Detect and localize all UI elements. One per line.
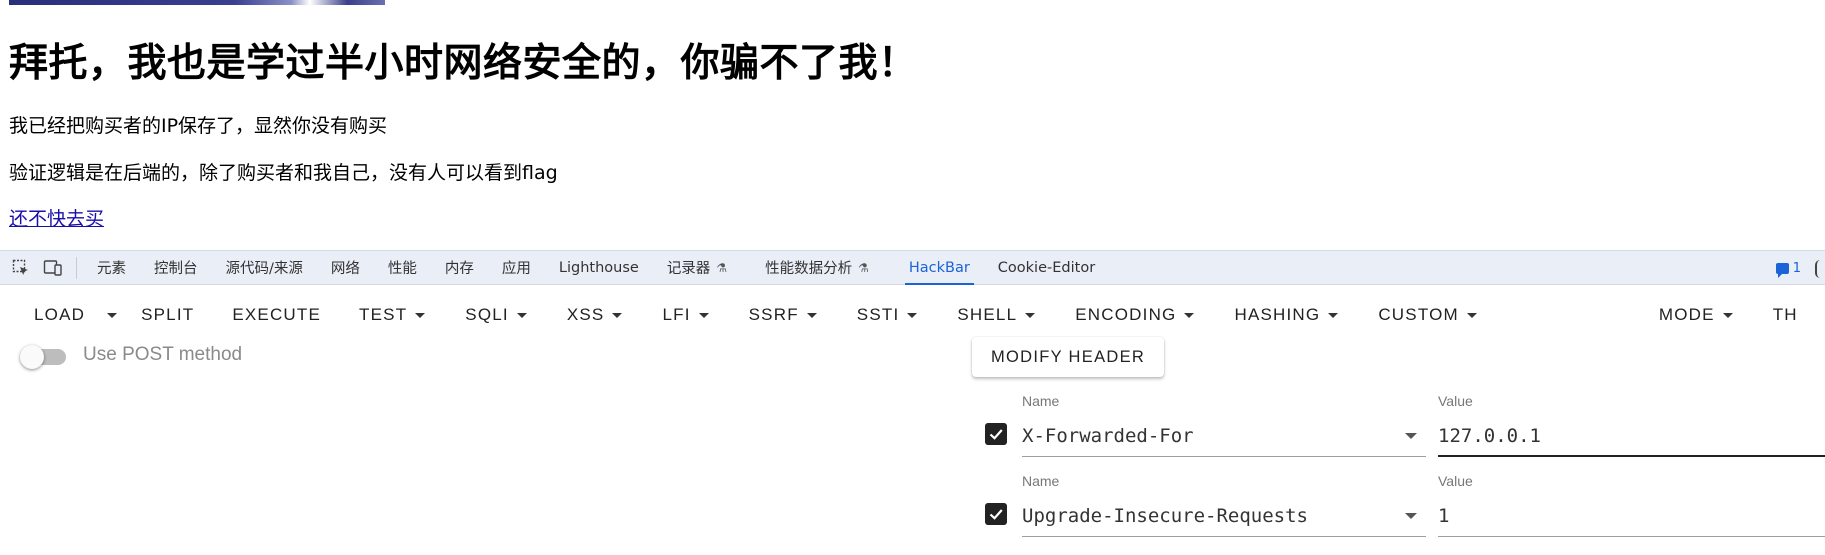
menu-shell[interactable]: SHELL: [943, 295, 1049, 335]
menu-mode-label: MODE: [1658, 305, 1715, 324]
menu-encoding[interactable]: ENCODING: [1061, 295, 1208, 335]
devtools-tab-bar: 元素 控制台 源代码/来源 网络 性能 内存 应用 Lighthouse 记录器…: [0, 250, 1825, 285]
execute-button[interactable]: EXECUTE: [218, 295, 335, 335]
menu-shell-label: SHELL: [957, 305, 1018, 324]
split-button[interactable]: SPLIT: [127, 295, 208, 335]
menu-hashing[interactable]: HASHING: [1220, 295, 1352, 335]
check-icon: [989, 429, 1003, 440]
load-dropdown-button[interactable]: [97, 295, 127, 335]
toggle-thumb: [20, 345, 44, 369]
chevron-down-icon: [698, 312, 709, 318]
header-name-input[interactable]: X-Forwarded-For: [1022, 425, 1194, 447]
header-name-input[interactable]: Upgrade-Insecure-Requests: [1022, 505, 1308, 527]
chevron-down-icon: [612, 312, 623, 318]
chevron-down-icon: [806, 312, 817, 318]
chevron-down-icon: [1184, 312, 1195, 318]
flask-icon: ⚗: [716, 260, 728, 275]
header-name-label: Name: [1022, 393, 1060, 409]
header-value-underline: [1438, 536, 1825, 537]
tab-application[interactable]: 应用: [488, 250, 545, 285]
tab-recorder[interactable]: 记录器 ⚗: [653, 250, 741, 285]
page-title: 拜托，我也是学过半小时网络安全的，你骗不了我！: [9, 41, 918, 86]
menu-custom[interactable]: CUSTOM: [1364, 295, 1491, 335]
load-button[interactable]: LOAD: [20, 295, 97, 335]
gear-icon[interactable]: [1815, 259, 1825, 278]
header-value-input[interactable]: 127.0.0.1: [1438, 425, 1541, 447]
buy-link[interactable]: 还不快去买: [9, 204, 104, 231]
header-name-underline: [1022, 536, 1426, 537]
menu-theme[interactable]: TH: [1759, 295, 1812, 335]
page-paragraph-backend: 验证逻辑是在后端的，除了购买者和我自己，没有人可以看到flag: [9, 162, 558, 184]
header-enabled-checkbox[interactable]: [985, 423, 1007, 445]
header-name-underline: [1022, 456, 1426, 457]
flask-icon: ⚗: [858, 260, 869, 275]
chevron-down-icon: [1722, 312, 1733, 318]
menu-encoding-label: ENCODING: [1075, 305, 1177, 324]
devtools-right-controls: 1: [1775, 251, 1825, 286]
menu-mode[interactable]: MODE: [1645, 295, 1747, 335]
post-method-label: Use POST method: [83, 344, 243, 365]
tab-cookie-editor[interactable]: Cookie-Editor: [984, 250, 1109, 285]
header-row: Name X-Forwarded-For Value 127.0.0.1: [0, 393, 1825, 463]
tab-memory[interactable]: 内存: [431, 250, 488, 285]
menu-ssti[interactable]: SSTI: [843, 295, 932, 335]
banner-image: [9, 0, 385, 5]
tab-console[interactable]: 控制台: [140, 250, 212, 285]
page-content: 拜托，我也是学过半小时网络安全的，你骗不了我！ 我已经把购买者的IP保存了，显然…: [0, 0, 1825, 250]
message-count-badge[interactable]: 1: [1775, 261, 1801, 278]
header-name-label: Name: [1022, 473, 1060, 489]
menu-hashing-label: HASHING: [1234, 305, 1321, 324]
tab-recorder-label: 记录器: [666, 261, 711, 277]
hackbar-toolbar: LOAD SPLIT EXECUTE TEST SQLI XSS LFI SSR…: [0, 286, 1825, 344]
menu-custom-label: CUSTOM: [1378, 305, 1459, 324]
chevron-down-icon: [516, 312, 527, 318]
menu-test-label: TEST: [359, 305, 408, 324]
device-toolbar-icon[interactable]: [42, 257, 64, 279]
chevron-down-icon: [1466, 312, 1477, 318]
tab-hackbar[interactable]: HackBar: [895, 250, 984, 285]
header-enabled-checkbox[interactable]: [985, 503, 1007, 525]
chevron-down-icon: [107, 312, 118, 318]
header-value-label: Value: [1438, 473, 1473, 489]
tab-elements[interactable]: 元素: [83, 250, 140, 285]
chevron-down-icon: [1328, 312, 1339, 318]
tab-performance-insights[interactable]: 性能数据分析 ⚗: [751, 250, 883, 285]
header-value-underline: [1438, 455, 1825, 457]
menu-xss[interactable]: XSS: [553, 295, 637, 335]
menu-lfi[interactable]: LFI: [648, 295, 722, 335]
modify-header-button[interactable]: MODIFY HEADER: [972, 337, 1165, 377]
menu-test[interactable]: TEST: [345, 295, 439, 335]
menu-ssrf-label: SSRF: [748, 305, 799, 324]
header-value-label: Value: [1438, 393, 1473, 409]
menu-sqli-label: SQLI: [465, 305, 509, 324]
menu-lfi-label: LFI: [662, 305, 691, 324]
page-paragraph-ip: 我已经把购买者的IP保存了，显然你没有购买: [9, 115, 388, 137]
chevron-down-icon[interactable]: [1405, 513, 1417, 519]
menu-sqli[interactable]: SQLI: [451, 295, 541, 335]
chevron-down-icon: [907, 312, 918, 318]
menu-ssti-label: SSTI: [856, 305, 900, 324]
inspect-element-icon[interactable]: [10, 257, 32, 279]
tab-network[interactable]: 网络: [317, 250, 374, 285]
menu-xss-label: XSS: [566, 305, 605, 324]
check-icon: [989, 509, 1003, 520]
tab-lighthouse[interactable]: Lighthouse: [545, 250, 653, 285]
message-icon: [1775, 263, 1789, 278]
header-row: Name Upgrade-Insecure-Requests Value 1: [0, 473, 1825, 543]
chevron-down-icon: [415, 312, 426, 318]
tab-performance-insights-label: 性能数据分析: [765, 261, 853, 277]
post-method-toggle[interactable]: [20, 345, 68, 369]
message-count: 1: [1792, 261, 1801, 276]
tab-performance[interactable]: 性能: [374, 250, 431, 285]
header-value-input[interactable]: 1: [1438, 505, 1449, 527]
chevron-down-icon: [1025, 312, 1036, 318]
toolbar-divider: [76, 256, 77, 279]
menu-ssrf[interactable]: SSRF: [735, 295, 831, 335]
chevron-down-icon[interactable]: [1405, 433, 1417, 439]
tab-sources[interactable]: 源代码/来源: [212, 250, 317, 285]
